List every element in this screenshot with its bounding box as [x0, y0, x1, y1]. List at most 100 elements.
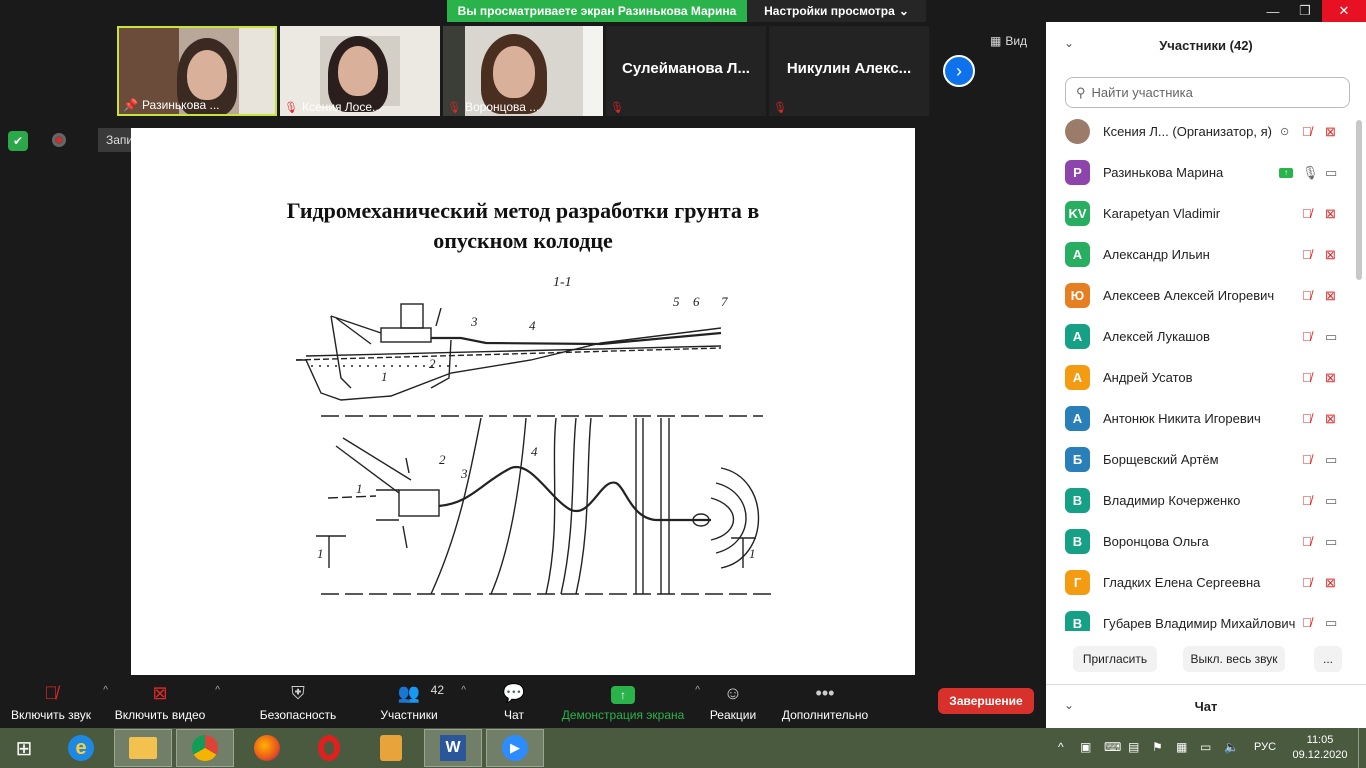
security-button[interactable]: ⛨ Безопасность — [258, 675, 338, 728]
mic-muted-icon[interactable]: 🎙̸ — [1302, 575, 1312, 590]
camera-off-icon[interactable]: ⊠ — [1325, 370, 1336, 386]
windows-logo-icon: ⊞ — [15, 737, 33, 760]
mute-all-button[interactable]: Выкл. весь звук — [1183, 646, 1285, 672]
mic-muted-icon[interactable]: 🎙̸ — [1302, 288, 1312, 303]
minimize-icon[interactable]: — — [1258, 0, 1288, 22]
mic-muted-icon[interactable]: 🎙̸ — [1302, 615, 1312, 630]
taskbar-app-archive[interactable] — [362, 729, 420, 767]
end-meeting-button[interactable]: Завершение — [938, 688, 1034, 714]
encryption-shield-icon[interactable]: ✔ — [8, 131, 28, 151]
video-tile-3[interactable]: 🎙 Воронцова ... — [443, 26, 603, 116]
participant-row[interactable]: В Губарев Владимир Михайлович 🎙̸ ▭ — [1046, 603, 1356, 631]
participant-row[interactable]: В Владимир Кочерженко 🎙̸ ▭ — [1046, 480, 1356, 521]
camera-off-icon[interactable]: ⊠ — [1325, 575, 1336, 591]
restore-icon[interactable]: ❐ — [1290, 0, 1320, 22]
system-clock[interactable]: 11:05 09.12.2020 — [1290, 733, 1350, 763]
camera-icon[interactable]: ▭ — [1325, 329, 1337, 345]
tray-keyboard-icon[interactable]: ⌨ — [1104, 740, 1121, 754]
tile-name: Ксения Лосе... — [301, 100, 383, 114]
show-desktop-button[interactable] — [1358, 728, 1366, 768]
tray-nvidia-icon[interactable]: ▤ — [1128, 740, 1139, 754]
camera-off-icon[interactable]: ⊠ — [1325, 411, 1336, 427]
avatar: Г — [1065, 570, 1090, 595]
camera-off-icon[interactable]: ⊠ — [1325, 288, 1336, 304]
mic-muted-icon[interactable]: 🎙̸ — [1302, 206, 1312, 221]
camera-icon[interactable]: ▭ — [1325, 452, 1337, 468]
volume-icon[interactable]: 🔈 — [1224, 740, 1239, 754]
search-input[interactable]: ⚲ Найти участника — [1065, 77, 1350, 108]
next-page-icon[interactable]: › — [943, 55, 975, 87]
mic-muted-icon[interactable]: 🎙̸ — [1302, 452, 1312, 467]
mic-muted-icon[interactable]: 🎙̸ — [1302, 247, 1312, 262]
share-screen-button[interactable]: ↑ Демонстрация экрана ^ — [560, 675, 700, 728]
participant-row[interactable]: Ю Алексеев Алексей Игоревич 🎙̸ ⊠ — [1046, 275, 1356, 316]
caret-up-icon[interactable]: ^ — [103, 685, 108, 696]
mic-muted-icon[interactable]: 🎙̸ — [1302, 124, 1312, 139]
start-video-button[interactable]: ⊠ Включить видео ^ — [114, 675, 220, 728]
caret-up-icon[interactable]: ^ — [215, 685, 220, 696]
participant-row[interactable]: А Александр Ильин 🎙̸ ⊠ — [1046, 234, 1356, 275]
tray-expand-icon[interactable]: ^ — [1058, 740, 1064, 754]
view-button[interactable]: ▦ Вид — [990, 34, 1027, 48]
video-tile-5[interactable]: Никулин Алекс... 🎙 — [769, 26, 929, 116]
reactions-button[interactable]: ☺ Реакции — [706, 675, 760, 728]
unmute-button[interactable]: 🎙̸ Включить звук ^ — [8, 675, 108, 728]
chrome-icon — [192, 735, 218, 761]
participant-row[interactable]: А Андрей Усатов 🎙̸ ⊠ — [1046, 357, 1356, 398]
invite-button[interactable]: Пригласить — [1073, 646, 1157, 672]
taskbar-app-opera[interactable] — [300, 729, 358, 767]
people-icon: 👥 — [397, 683, 421, 703]
camera-icon[interactable]: ▭ — [1325, 165, 1337, 181]
participant-row[interactable]: KV Karapetyan Vladimir 🎙̸ ⊠ — [1046, 193, 1356, 234]
participant-row[interactable]: В Воронцова Ольга 🎙̸ ▭ — [1046, 521, 1356, 562]
chat-button[interactable]: 💬 Чат — [494, 675, 534, 728]
mic-muted-icon[interactable]: 🎙̸ — [1302, 329, 1312, 344]
collapse-icon[interactable]: ⌄ — [1064, 698, 1074, 712]
chat-bubble-icon: 💬 — [502, 683, 526, 703]
taskbar-app-explorer[interactable] — [114, 729, 172, 767]
video-tile-1[interactable]: 📌 Разинькова ... — [117, 26, 277, 116]
language-indicator[interactable]: РУС — [1254, 741, 1276, 753]
close-icon[interactable]: ✕ — [1322, 0, 1366, 22]
tray-flag-icon[interactable]: ⚑ — [1152, 740, 1163, 754]
taskbar-app-firefox[interactable] — [238, 729, 296, 767]
participant-row[interactable]: Ксения Л... (Организатор, я) ⊙ 🎙̸ ⊠ — [1046, 111, 1356, 152]
more-button[interactable]: ••• Дополнительно — [778, 675, 872, 728]
camera-icon[interactable]: ▭ — [1325, 493, 1337, 509]
video-tile-4[interactable]: Сулейманова Л... 🎙 — [606, 26, 766, 116]
camera-icon[interactable]: ▭ — [1325, 615, 1337, 631]
tray-zoom-icon[interactable]: ▦ — [1176, 740, 1187, 754]
avatar: А — [1065, 242, 1090, 267]
mic-muted-icon: 🎙 — [610, 102, 624, 114]
participant-row[interactable]: Г Гладких Елена Сергеевна 🎙̸ ⊠ — [1046, 562, 1356, 603]
mic-icon[interactable]: 🎙 — [1302, 165, 1319, 181]
scrollbar[interactable] — [1356, 120, 1362, 280]
avatar: В — [1065, 611, 1090, 631]
caret-up-icon[interactable]: ^ — [695, 685, 700, 696]
video-tile-2[interactable]: 🎙 Ксения Лосе... — [280, 26, 440, 116]
participants-button[interactable]: 👥 42 Участники ^ — [378, 675, 466, 728]
caret-up-icon[interactable]: ^ — [461, 685, 466, 696]
taskbar-app-zoom[interactable]: ▶ — [486, 729, 544, 767]
participant-row[interactable]: А Антонюк Никита Игоревич 🎙̸ ⊠ — [1046, 398, 1356, 439]
tray-app-icon[interactable]: ▣ — [1080, 740, 1091, 754]
camera-off-icon[interactable]: ⊠ — [1325, 124, 1336, 140]
tray-monitor-icon[interactable]: ▭ — [1200, 740, 1211, 754]
view-settings-button[interactable]: Настройки просмотра ⌄ — [747, 0, 926, 22]
start-button[interactable]: ⊞ — [0, 729, 48, 767]
mic-muted-icon[interactable]: 🎙̸ — [1302, 411, 1312, 426]
taskbar-app-word[interactable]: W — [424, 729, 482, 767]
camera-off-icon[interactable]: ⊠ — [1325, 206, 1336, 222]
taskbar-app-chrome[interactable] — [176, 729, 234, 767]
chat-title[interactable]: Чат — [1046, 684, 1366, 728]
participant-row[interactable]: Б Борщевский Артём 🎙̸ ▭ — [1046, 439, 1356, 480]
participant-row[interactable]: Р Разинькова Марина ↑ 🎙 ▭ — [1046, 152, 1356, 193]
mic-muted-icon[interactable]: 🎙̸ — [1302, 493, 1312, 508]
more-options-button[interactable]: ... — [1314, 646, 1342, 672]
mic-muted-icon[interactable]: 🎙̸ — [1302, 370, 1312, 385]
participant-row[interactable]: А Алексей Лукашов 🎙̸ ▭ — [1046, 316, 1356, 357]
taskbar-app-ie[interactable]: e — [52, 729, 110, 767]
camera-icon[interactable]: ▭ — [1325, 534, 1337, 550]
mic-muted-icon[interactable]: 🎙̸ — [1302, 534, 1312, 549]
camera-off-icon[interactable]: ⊠ — [1325, 247, 1336, 263]
